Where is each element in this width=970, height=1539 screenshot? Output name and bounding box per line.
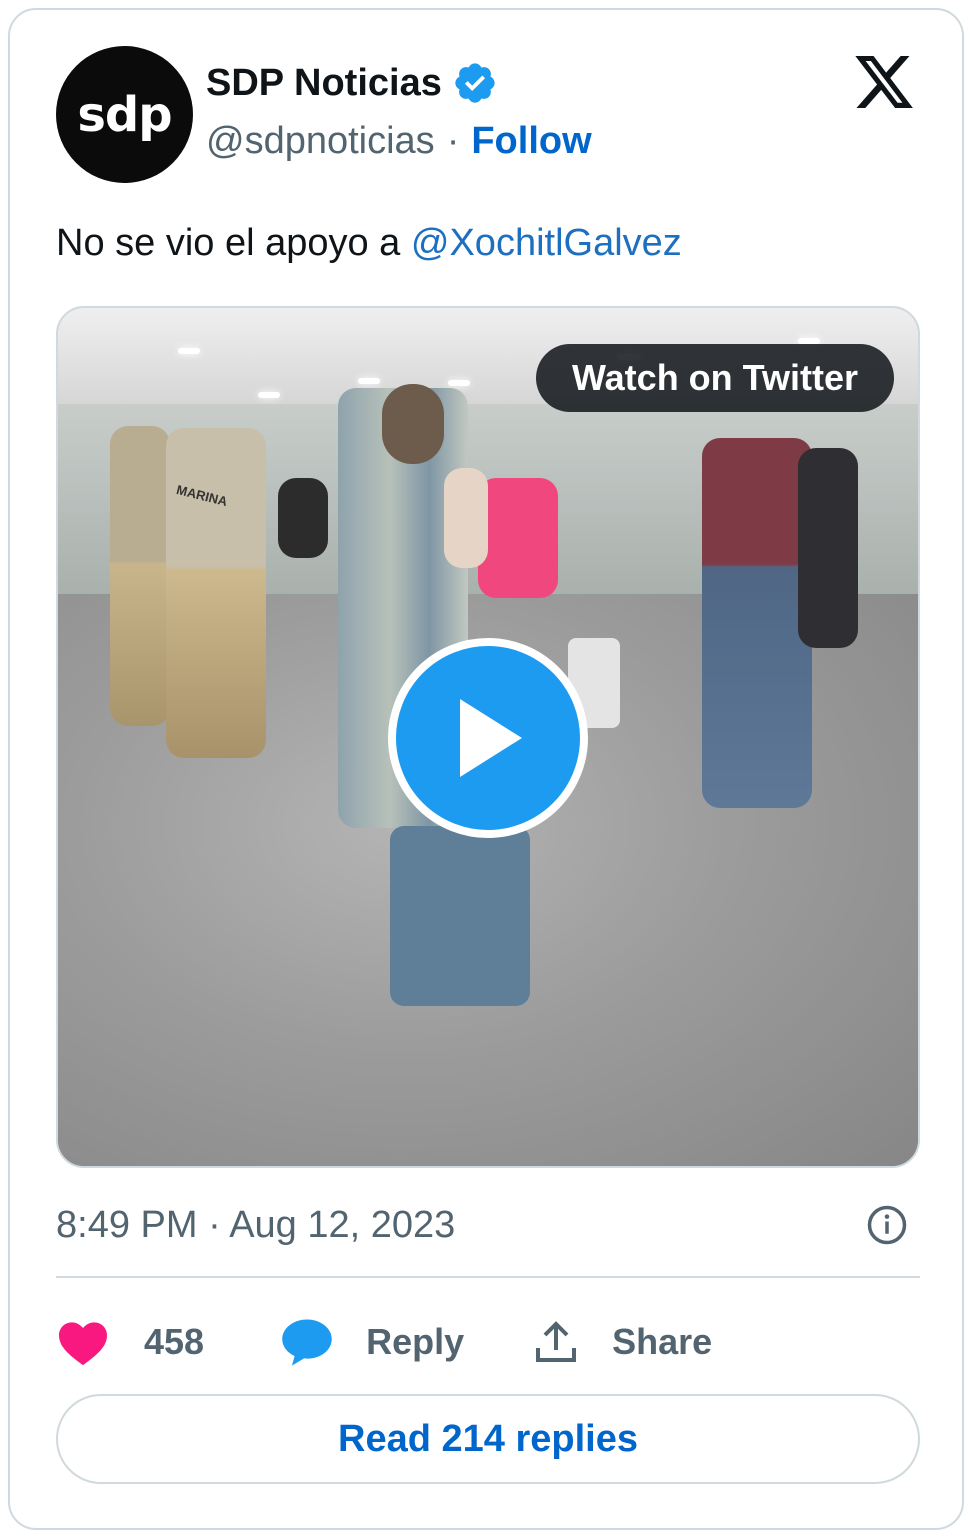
- ceiling-light: [258, 392, 280, 398]
- watch-on-twitter-button[interactable]: Watch on Twitter: [536, 344, 894, 412]
- video-person: [444, 468, 488, 568]
- display-name[interactable]: SDP Noticias: [206, 62, 442, 105]
- x-logo-icon[interactable]: [852, 50, 916, 114]
- play-icon: [460, 699, 522, 777]
- video-person: [278, 478, 328, 558]
- avatar[interactable]: sdp: [56, 46, 193, 183]
- verified-badge-icon: [455, 63, 495, 103]
- tweet-timestamp[interactable]: 8:49 PM · Aug 12, 2023: [56, 1204, 455, 1247]
- share-upload-icon: [536, 1321, 577, 1362]
- ceiling-light: [448, 380, 470, 386]
- share-button[interactable]: Share: [532, 1318, 712, 1366]
- video-person: MARINA: [166, 428, 266, 758]
- action-bar: 458 Reply Share: [56, 1310, 712, 1374]
- ceiling-light: [178, 348, 200, 354]
- like-button[interactable]: 458: [56, 1318, 204, 1366]
- heart-icon: [59, 1322, 107, 1366]
- author-handle[interactable]: @sdpnoticias: [206, 120, 435, 163]
- video-suitcase-blue: [390, 826, 530, 1006]
- separator-dot: ·: [446, 120, 460, 162]
- video-person: [798, 448, 858, 648]
- reply-button[interactable]: Reply: [280, 1317, 464, 1367]
- avatar-logo-text: sdp: [77, 86, 172, 143]
- video-media[interactable]: MARINA Watch on Twitter: [56, 306, 920, 1168]
- like-count: 458: [144, 1321, 205, 1362]
- reply-bubble-icon: [282, 1319, 332, 1366]
- ceiling-light: [358, 378, 380, 384]
- video-person-head: [382, 384, 444, 464]
- reply-label: Reply: [366, 1321, 465, 1362]
- read-replies-button[interactable]: Read 214 replies: [56, 1394, 920, 1484]
- uniform-lettering: MARINA: [174, 481, 230, 510]
- share-label: Share: [612, 1321, 713, 1362]
- video-person: [478, 478, 558, 598]
- tweet-body: No se vio el apoyo a: [56, 222, 411, 264]
- divider: [56, 1276, 920, 1278]
- info-icon[interactable]: [866, 1204, 908, 1246]
- play-button[interactable]: [388, 638, 588, 838]
- author-name-row: SDP Noticias: [206, 60, 498, 106]
- tweet-text: No se vio el apoyo a @XochitlGalvez: [56, 222, 682, 265]
- video-person: [702, 438, 812, 808]
- tweet-embed-card: sdp SDP Noticias @sdpnoticias · Follow N…: [8, 8, 964, 1530]
- mention-link[interactable]: @XochitlGalvez: [411, 222, 682, 264]
- follow-link[interactable]: Follow: [471, 120, 591, 163]
- handle-row: @sdpnoticias · Follow: [206, 120, 592, 163]
- video-person: [110, 426, 170, 726]
